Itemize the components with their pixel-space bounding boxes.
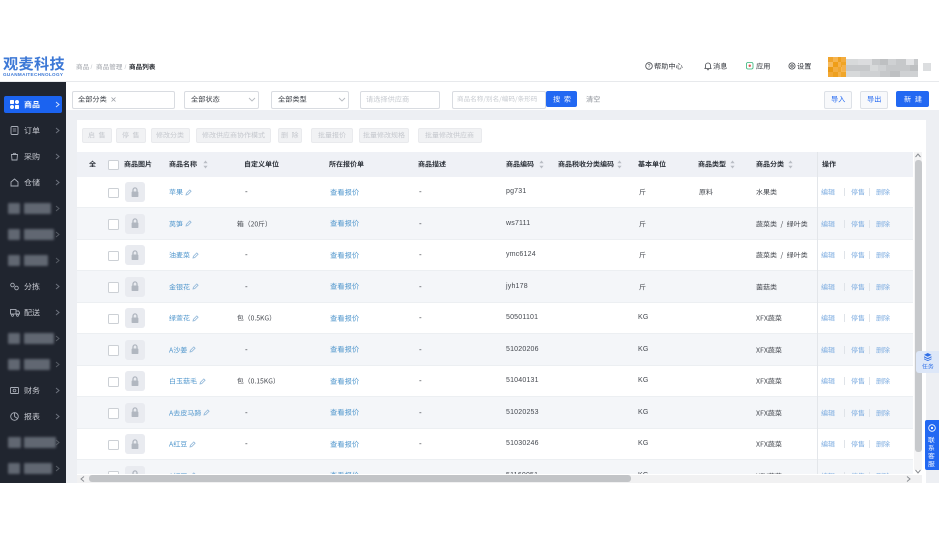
svg-text:?: ? bbox=[647, 64, 650, 70]
